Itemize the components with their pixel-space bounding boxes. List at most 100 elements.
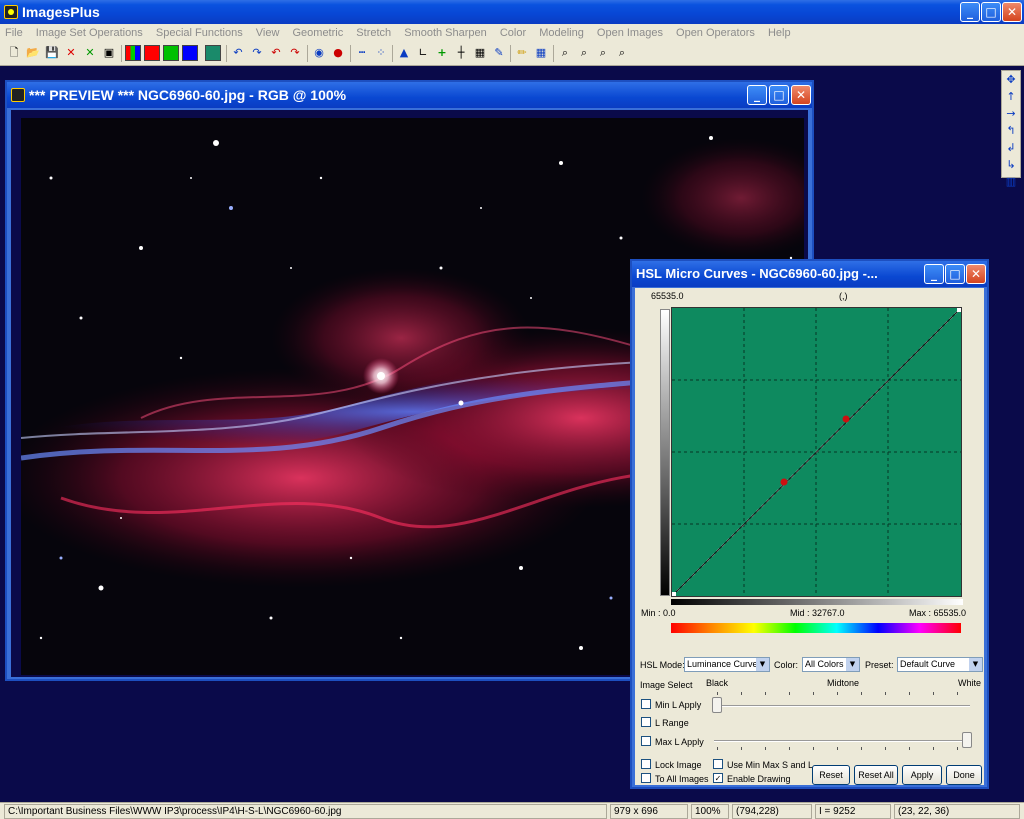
menu-modeling[interactable]: Modeling <box>534 24 589 42</box>
to-all-images-checkbox[interactable] <box>641 773 651 783</box>
close-red-icon[interactable]: ✕ <box>63 45 79 61</box>
preview-minimize-button[interactable]: _ <box>747 85 767 105</box>
preview-title-bar[interactable]: *** PREVIEW *** NGC6960-60.jpg - RGB @ 1… <box>7 82 812 108</box>
curve-editor[interactable] <box>671 307 962 597</box>
red-channel-icon[interactable] <box>144 45 160 61</box>
enable-drawing-checkbox[interactable]: ✓ <box>713 773 723 783</box>
brush-icon[interactable]: ✎ <box>491 45 507 61</box>
lock-image-checkbox[interactable] <box>641 759 651 769</box>
status-bar: C:\Important Business Files\WWW IP3\proc… <box>0 802 1024 819</box>
move-icon[interactable]: ✥ <box>1002 71 1020 88</box>
hsl-close-button[interactable]: ✕ <box>966 264 986 284</box>
zoom-fit-icon[interactable]: ⌕ <box>614 45 630 61</box>
curve-endpoint[interactable] <box>957 308 961 312</box>
curve-control-point[interactable] <box>842 415 850 423</box>
hsl-mode-select[interactable]: Luminance Curve ▼ <box>684 657 770 672</box>
preset-label: Preset: <box>865 660 894 670</box>
menu-image-set-operations[interactable]: Image Set Operations <box>31 24 148 42</box>
new-file-icon[interactable]: 🗋 <box>6 45 22 61</box>
hsl-minimize-button[interactable]: _ <box>924 264 944 284</box>
arrow-up-icon[interactable]: ↑ <box>1002 88 1020 105</box>
slider-white-label: White <box>958 678 982 688</box>
cursor-readout: (,) <box>839 291 848 301</box>
max-label: Max : 65535.0 <box>909 608 967 618</box>
menu-color[interactable]: Color <box>495 24 531 42</box>
zoom-in-icon[interactable]: ⌕ <box>576 45 592 61</box>
preview-maximize-button[interactable]: □ <box>769 85 789 105</box>
crosshair-icon[interactable]: ┼ <box>453 45 469 61</box>
blue-channel-icon[interactable] <box>182 45 198 61</box>
green-channel-icon[interactable] <box>163 45 179 61</box>
open-file-icon[interactable]: 📂 <box>25 45 41 61</box>
minimize-button[interactable]: _ <box>960 2 980 22</box>
l-range-checkbox[interactable] <box>641 717 651 727</box>
menu-open-operators[interactable]: Open Operators <box>671 24 760 42</box>
circle-filled-icon[interactable]: ● <box>330 45 346 61</box>
hue-spectrum <box>671 623 961 633</box>
redo-all-icon[interactable]: ↷ <box>287 45 303 61</box>
maximize-button[interactable]: □ <box>981 2 1001 22</box>
zoom-out-icon[interactable]: ⌕ <box>595 45 611 61</box>
curve-endpoint[interactable] <box>672 592 676 596</box>
close-green-icon[interactable]: ✕ <box>82 45 98 61</box>
zoom-icon[interactable]: ⌕ <box>557 45 573 61</box>
menu-file[interactable]: File <box>0 24 28 42</box>
histogram-icon[interactable]: ▲ <box>396 45 412 61</box>
save-icon[interactable]: 💾 <box>44 45 60 61</box>
levels-icon[interactable]: ∟ <box>415 45 431 61</box>
min-l-slider-thumb[interactable] <box>712 697 722 713</box>
luminance-gradient-horizontal <box>671 599 963 605</box>
hsl-title-bar[interactable]: HSL Micro Curves - NGC6960-60.jpg -... _… <box>632 261 987 287</box>
redo-icon[interactable]: ↷ <box>249 45 265 61</box>
arrow-right-icon[interactable]: → <box>1002 105 1020 122</box>
preset-select[interactable]: Default Curve ▼ <box>897 657 983 672</box>
menu-view[interactable]: View <box>251 24 285 42</box>
hsl-maximize-button[interactable]: □ <box>945 264 965 284</box>
close-button[interactable]: ✕ <box>1002 2 1022 22</box>
reset-all-button[interactable]: Reset All <box>854 765 898 785</box>
max-l-apply-label: Max L Apply <box>655 737 704 747</box>
rotate-back-icon[interactable]: ↲ <box>1002 139 1020 156</box>
done-button[interactable]: Done <box>946 765 982 785</box>
menu-help[interactable]: Help <box>763 24 796 42</box>
undo-all-icon[interactable]: ↶ <box>268 45 284 61</box>
print-icon[interactable]: ▣ <box>101 45 117 61</box>
preview-title: *** PREVIEW *** NGC6960-60.jpg - RGB @ 1… <box>29 87 347 103</box>
max-l-apply-checkbox[interactable] <box>641 736 651 746</box>
enable-drawing-label: Enable Drawing <box>727 774 791 784</box>
color-select[interactable]: All Colors ▼ <box>802 657 860 672</box>
reset-button[interactable]: Reset <box>812 765 850 785</box>
min-l-apply-checkbox[interactable] <box>641 699 651 709</box>
app-title: ImagesPlus <box>22 4 100 20</box>
menu-special-functions[interactable]: Special Functions <box>151 24 248 42</box>
min-l-slider[interactable] <box>714 705 970 707</box>
grid-view-icon[interactable]: ▦ <box>533 45 549 61</box>
rotate-right-icon[interactable]: ↳ <box>1002 156 1020 173</box>
add-icon[interactable]: + <box>434 45 450 61</box>
curve-control-point[interactable] <box>780 478 788 486</box>
rotate-left-icon[interactable]: ↰ <box>1002 122 1020 139</box>
fit-icon[interactable]: ▥ <box>1002 173 1020 190</box>
slider-midtone-label: Midtone <box>827 678 860 688</box>
use-min-max-checkbox[interactable] <box>713 759 723 769</box>
image-info-icon[interactable]: ▦ <box>472 45 488 61</box>
luminance-gradient-vertical <box>660 309 670 596</box>
apply-button[interactable]: Apply <box>902 765 942 785</box>
rgb-channels-icon[interactable] <box>125 45 141 61</box>
pencil-icon[interactable]: ✏ <box>514 45 530 61</box>
undo-icon[interactable]: ↶ <box>230 45 246 61</box>
max-l-slider-thumb[interactable] <box>962 732 972 748</box>
menu-stretch[interactable]: Stretch <box>351 24 396 42</box>
dotted-line-icon[interactable]: ┅ <box>354 45 370 61</box>
scatter-icon[interactable]: ⁘ <box>373 45 389 61</box>
document-icon <box>11 88 25 102</box>
menu-geometric[interactable]: Geometric <box>287 24 348 42</box>
circle-outline-icon[interactable]: ◉ <box>311 45 327 61</box>
menu-smooth-sharpen[interactable]: Smooth Sharpen <box>399 24 492 42</box>
preview-close-button[interactable]: ✕ <box>791 85 811 105</box>
max-l-slider[interactable] <box>714 740 970 742</box>
grid-icon[interactable] <box>205 45 221 61</box>
menu-open-images[interactable]: Open Images <box>592 24 668 42</box>
chevron-down-icon: ▼ <box>756 658 769 671</box>
vertical-toolbar: ✥ ↑ → ↰ ↲ ↳ ▥ <box>1001 70 1021 188</box>
